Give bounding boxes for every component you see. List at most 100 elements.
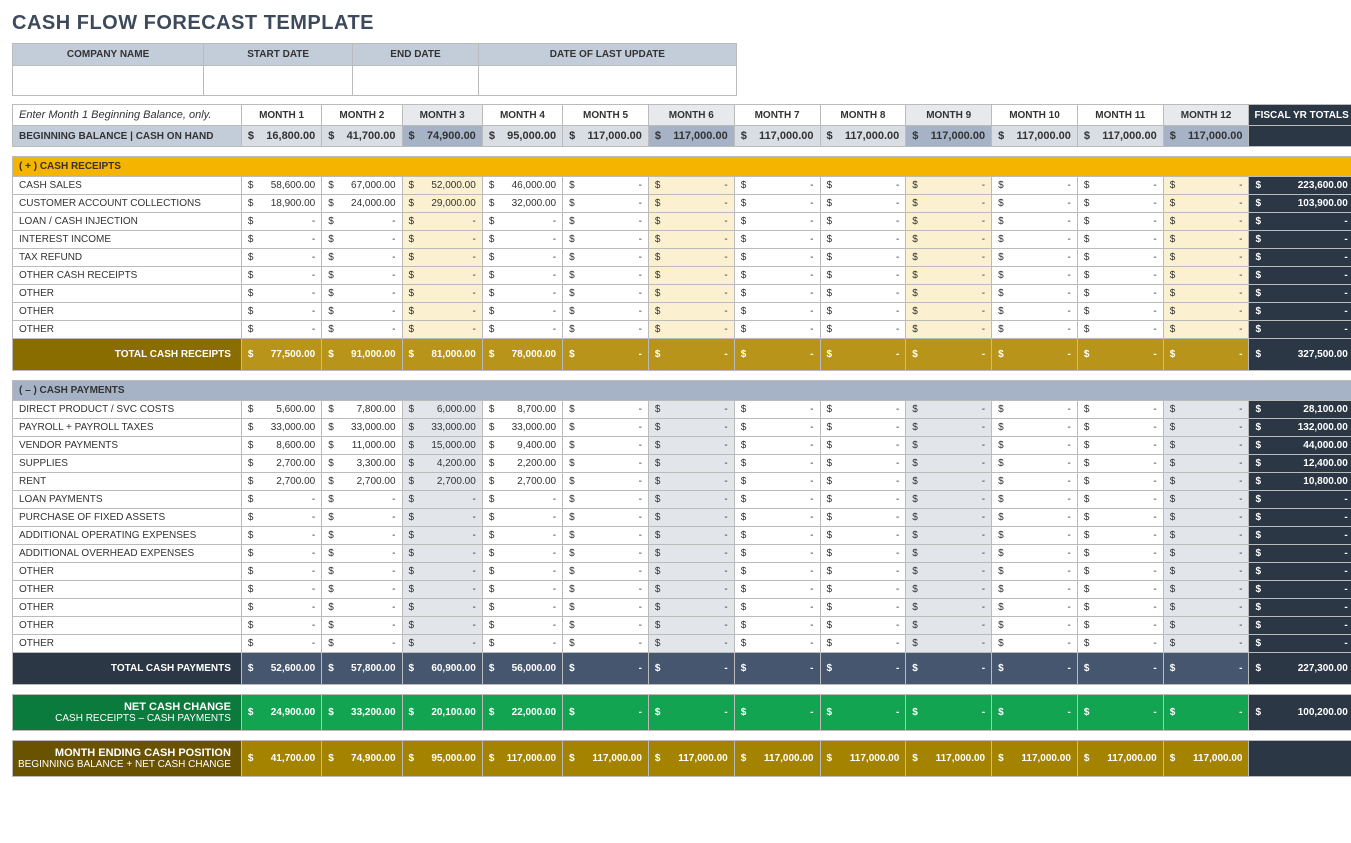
money-cell[interactable]: $9,400.00 xyxy=(482,437,562,455)
money-cell[interactable]: $- xyxy=(734,303,820,321)
money-cell[interactable]: $- xyxy=(402,491,482,509)
money-cell[interactable]: $- xyxy=(1163,455,1249,473)
money-cell[interactable]: $- xyxy=(648,599,734,617)
money-cell[interactable]: $- xyxy=(482,321,562,339)
money-cell[interactable]: $- xyxy=(734,599,820,617)
money-cell[interactable]: $- xyxy=(906,195,992,213)
money-cell[interactable]: $- xyxy=(734,437,820,455)
money-cell[interactable]: $- xyxy=(1077,635,1163,653)
money-cell[interactable]: $- xyxy=(906,473,992,491)
money-cell[interactable]: $- xyxy=(482,545,562,563)
money-cell[interactable]: $- xyxy=(482,581,562,599)
money-cell[interactable]: $- xyxy=(820,617,906,635)
money-cell[interactable]: $- xyxy=(734,545,820,563)
money-cell[interactable]: $- xyxy=(734,285,820,303)
money-cell[interactable]: $- xyxy=(992,303,1078,321)
money-cell[interactable]: $- xyxy=(820,195,906,213)
money-cell[interactable]: $- xyxy=(402,545,482,563)
money-cell[interactable]: $- xyxy=(734,267,820,285)
money-cell[interactable]: $- xyxy=(563,249,649,267)
money-cell[interactable]: $- xyxy=(482,509,562,527)
money-cell[interactable]: $46,000.00 xyxy=(482,177,562,195)
money-cell[interactable]: $- xyxy=(734,213,820,231)
money-cell[interactable]: $- xyxy=(402,563,482,581)
money-cell[interactable]: $6,000.00 xyxy=(402,401,482,419)
money-cell[interactable]: $- xyxy=(402,527,482,545)
money-cell[interactable]: $- xyxy=(906,617,992,635)
money-cell[interactable]: $- xyxy=(322,213,402,231)
money-cell[interactable]: $- xyxy=(482,303,562,321)
money-cell[interactable]: $- xyxy=(648,285,734,303)
money-cell[interactable]: $- xyxy=(648,195,734,213)
money-cell[interactable]: $- xyxy=(1163,285,1249,303)
money-cell[interactable]: $- xyxy=(1077,285,1163,303)
money-cell[interactable]: $4,200.00 xyxy=(402,455,482,473)
money-cell[interactable]: $- xyxy=(734,617,820,635)
money-cell[interactable]: $- xyxy=(734,581,820,599)
money-cell[interactable]: $- xyxy=(482,563,562,581)
money-cell[interactable]: $- xyxy=(992,267,1078,285)
money-cell[interactable]: $- xyxy=(820,249,906,267)
money-cell[interactable]: $- xyxy=(1077,527,1163,545)
money-cell[interactable]: $- xyxy=(906,419,992,437)
money-cell[interactable]: $- xyxy=(1077,213,1163,231)
money-cell[interactable]: $- xyxy=(906,285,992,303)
money-cell[interactable]: $- xyxy=(906,581,992,599)
money-cell[interactable]: $- xyxy=(322,509,402,527)
money-cell[interactable]: $- xyxy=(1077,195,1163,213)
money-cell[interactable]: $- xyxy=(482,231,562,249)
money-cell[interactable]: $- xyxy=(402,249,482,267)
money-cell[interactable]: $- xyxy=(992,231,1078,249)
money-cell[interactable]: $- xyxy=(322,285,402,303)
money-cell[interactable]: $11,000.00 xyxy=(322,437,402,455)
money-cell[interactable]: $- xyxy=(563,527,649,545)
info-cell[interactable] xyxy=(13,66,204,96)
money-cell[interactable]: $- xyxy=(820,491,906,509)
money-cell[interactable]: $- xyxy=(563,581,649,599)
money-cell[interactable]: $- xyxy=(906,267,992,285)
money-cell[interactable]: $- xyxy=(1077,401,1163,419)
money-cell[interactable]: $- xyxy=(241,509,321,527)
money-cell[interactable]: $2,700.00 xyxy=(322,473,402,491)
money-cell[interactable]: $- xyxy=(563,509,649,527)
money-cell[interactable]: $2,700.00 xyxy=(482,473,562,491)
money-cell[interactable]: $- xyxy=(241,635,321,653)
money-cell[interactable]: $- xyxy=(402,509,482,527)
money-cell[interactable]: $- xyxy=(992,635,1078,653)
money-cell[interactable]: $- xyxy=(563,563,649,581)
money-cell[interactable]: $- xyxy=(992,509,1078,527)
money-cell[interactable]: $- xyxy=(906,401,992,419)
beginning-balance-cell[interactable]: $ 117,000.00 xyxy=(1163,126,1249,147)
money-cell[interactable]: $- xyxy=(906,455,992,473)
money-cell[interactable]: $- xyxy=(648,303,734,321)
money-cell[interactable]: $- xyxy=(648,321,734,339)
money-cell[interactable]: $2,200.00 xyxy=(482,455,562,473)
money-cell[interactable]: $- xyxy=(1163,635,1249,653)
money-cell[interactable]: $- xyxy=(906,231,992,249)
info-cell[interactable] xyxy=(204,66,353,96)
money-cell[interactable]: $- xyxy=(1077,419,1163,437)
money-cell[interactable]: $- xyxy=(992,545,1078,563)
money-cell[interactable]: $- xyxy=(734,231,820,249)
beginning-balance-cell[interactable]: $ 117,000.00 xyxy=(906,126,992,147)
money-cell[interactable]: $- xyxy=(992,455,1078,473)
money-cell[interactable]: $- xyxy=(241,249,321,267)
money-cell[interactable]: $7,800.00 xyxy=(322,401,402,419)
money-cell[interactable]: $- xyxy=(563,231,649,249)
money-cell[interactable]: $52,000.00 xyxy=(402,177,482,195)
beginning-balance-cell[interactable]: $ 74,900.00 xyxy=(402,126,482,147)
money-cell[interactable]: $58,600.00 xyxy=(241,177,321,195)
money-cell[interactable]: $- xyxy=(906,545,992,563)
beginning-balance-cell[interactable]: $ 117,000.00 xyxy=(1077,126,1163,147)
money-cell[interactable]: $- xyxy=(992,249,1078,267)
money-cell[interactable]: $- xyxy=(322,249,402,267)
money-cell[interactable]: $- xyxy=(1163,231,1249,249)
money-cell[interactable]: $- xyxy=(734,491,820,509)
money-cell[interactable]: $- xyxy=(648,581,734,599)
money-cell[interactable]: $- xyxy=(820,231,906,249)
money-cell[interactable]: $- xyxy=(1077,563,1163,581)
money-cell[interactable]: $- xyxy=(1077,249,1163,267)
beginning-balance-cell[interactable]: $ 117,000.00 xyxy=(648,126,734,147)
money-cell[interactable]: $- xyxy=(648,635,734,653)
money-cell[interactable]: $- xyxy=(1077,303,1163,321)
